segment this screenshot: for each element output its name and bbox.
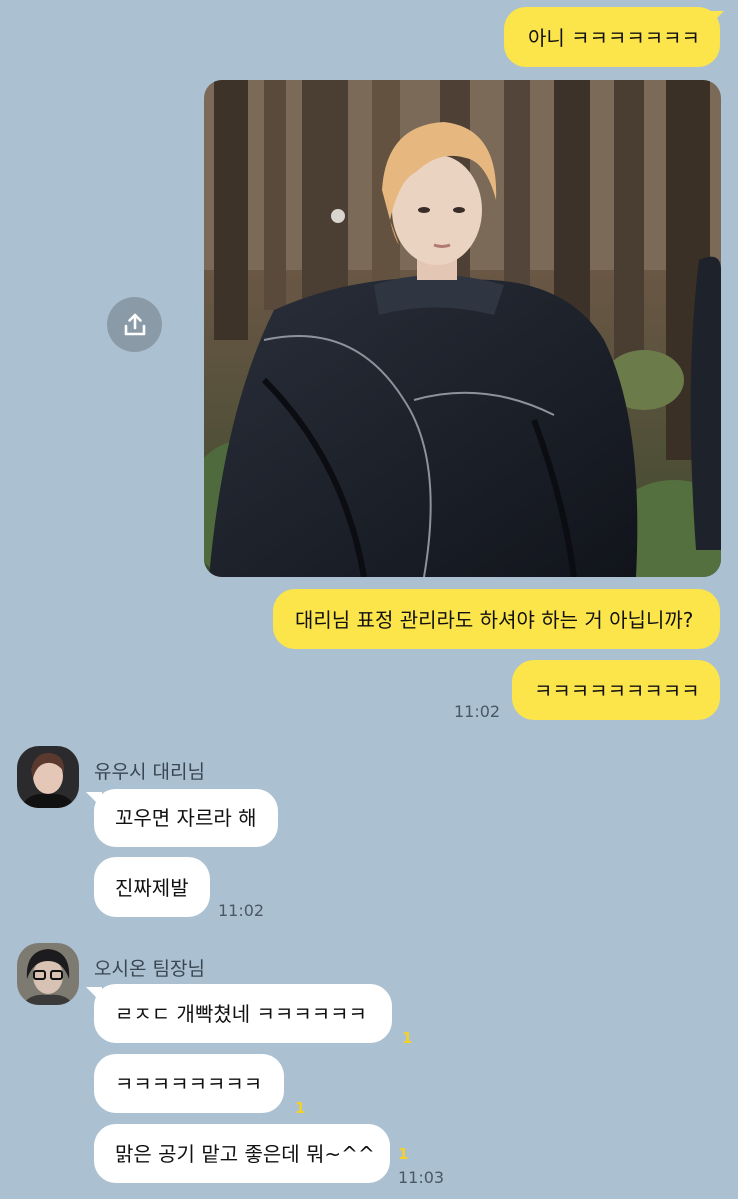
avatar[interactable] xyxy=(17,943,79,1005)
incoming-message[interactable]: 진짜제발 xyxy=(94,857,210,917)
avatar-image xyxy=(17,943,79,1005)
unread-count: 1 xyxy=(398,1145,409,1163)
message-timestamp: 11:02 xyxy=(218,901,265,920)
outgoing-message[interactable]: ㅋㅋㅋㅋㅋㅋㅋㅋㅋ xyxy=(512,660,720,720)
incoming-message[interactable]: 꼬우면 자르라 해 xyxy=(94,789,278,847)
outgoing-message[interactable]: 아니 ㅋㅋㅋㅋㅋㅋㅋ xyxy=(504,7,720,67)
message-text: 진짜제발 xyxy=(115,876,189,900)
incoming-message[interactable]: 맑은 공기 맡고 좋은데 뭐~^^ xyxy=(94,1124,390,1183)
avatar-image xyxy=(17,746,79,808)
unread-count: 1 xyxy=(295,1099,306,1117)
message-timestamp: 11:03 xyxy=(398,1168,445,1187)
share-upload-icon xyxy=(124,313,145,335)
unread-count: 1 xyxy=(402,1029,413,1047)
message-text: ㅋㅋㅋㅋㅋㅋㅋㅋ xyxy=(115,1072,263,1096)
avatar[interactable] xyxy=(17,746,79,808)
outgoing-message[interactable]: 대리님 표정 관리라도 하셔야 하는 거 아닙니까? xyxy=(273,589,720,649)
message-text: ㅋㅋㅋㅋㅋㅋㅋㅋㅋ xyxy=(534,679,700,703)
message-text: 꼬우면 자르라 해 xyxy=(115,806,257,830)
incoming-message[interactable]: ㅋㅋㅋㅋㅋㅋㅋㅋ xyxy=(94,1054,284,1113)
message-text: 대리님 표정 관리라도 하셔야 하는 거 아닙니까? xyxy=(295,608,694,632)
share-button[interactable] xyxy=(107,297,162,352)
message-text: ㄹㅈㄷ 개빡쳤네 ㅋㅋㅋㅋㅋㅋ xyxy=(115,1002,367,1026)
message-timestamp: 11:02 xyxy=(454,702,501,721)
sender-name: 오시온 팀장님 xyxy=(94,958,205,980)
photo-image xyxy=(204,80,721,577)
bubble-tail xyxy=(86,792,102,808)
bubble-tail xyxy=(708,11,724,27)
bubble-tail xyxy=(86,987,102,1003)
message-text: 아니 ㅋㅋㅋㅋㅋㅋㅋ xyxy=(528,26,700,50)
incoming-message[interactable]: ㄹㅈㄷ 개빡쳤네 ㅋㅋㅋㅋㅋㅋ xyxy=(94,984,392,1043)
sender-name: 유우시 대리님 xyxy=(94,761,205,783)
photo-message[interactable] xyxy=(204,80,721,577)
message-text: 맑은 공기 맡고 좋은데 뭐~^^ xyxy=(115,1142,375,1166)
